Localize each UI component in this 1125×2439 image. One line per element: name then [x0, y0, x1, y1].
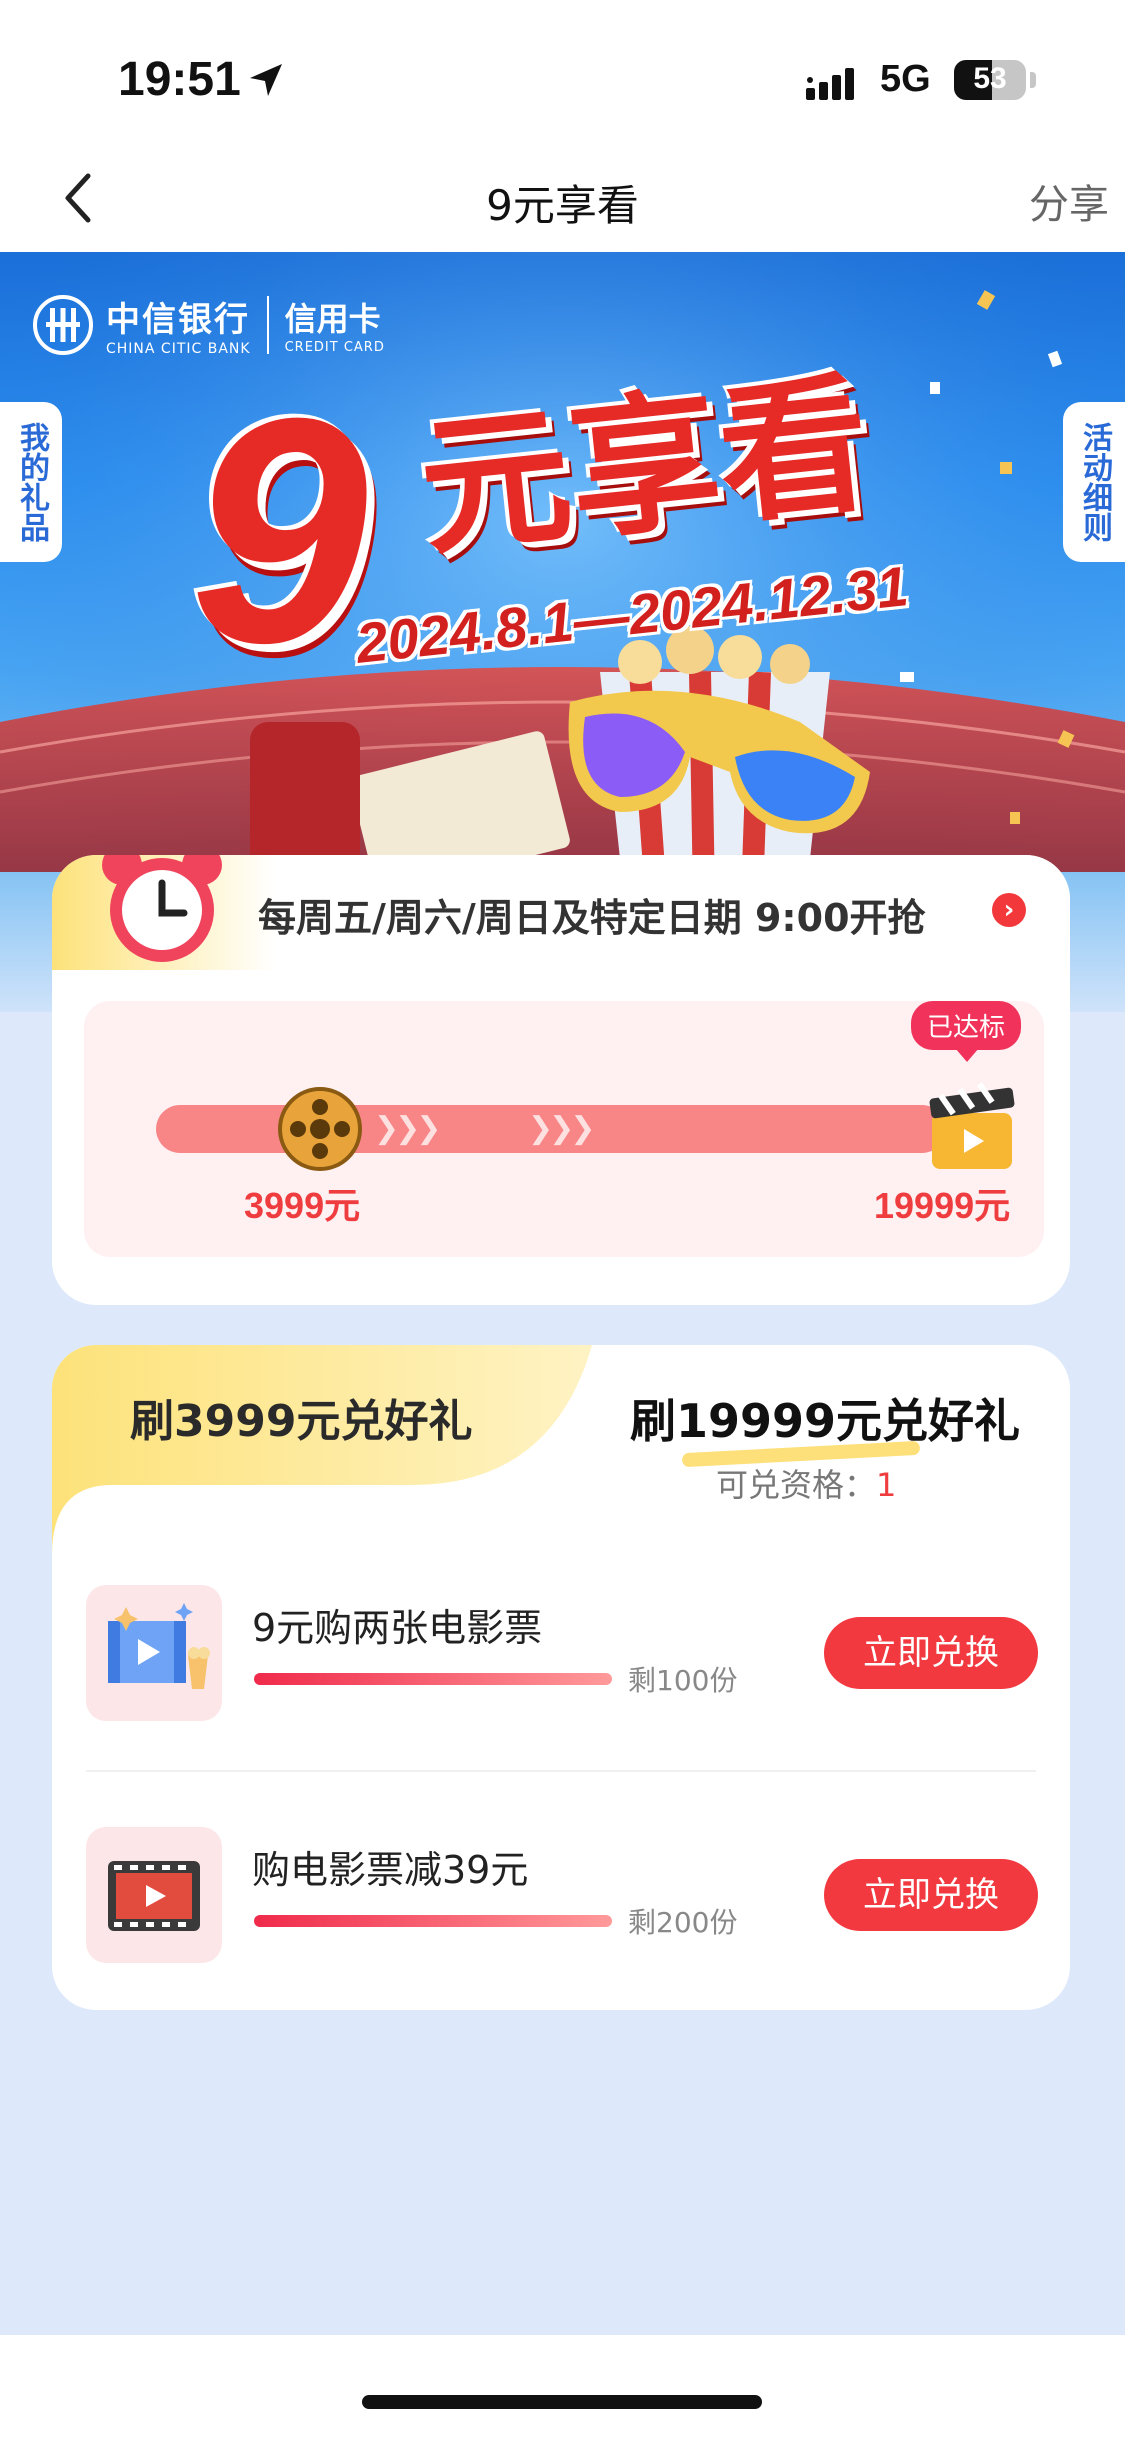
item-name: 9元购两张电影票	[252, 1606, 543, 1650]
stock-remaining: 剩200份	[628, 1906, 738, 1939]
stock-bar	[254, 1673, 612, 1685]
film-reel-icon	[278, 1087, 362, 1171]
headline-number: 9	[190, 351, 368, 709]
share-button[interactable]: 分享	[1029, 172, 1109, 230]
bottom-safe-area	[0, 2335, 1125, 2439]
target-amount: 19999元	[874, 1185, 1011, 1226]
schedule-text: 每周五/周六/周日及特定日期 9:00开抢	[258, 896, 926, 940]
progress-card: 每周五/周六/周日及特定日期 9:00开抢 › ❯❯❯ ❯❯❯ 已达标 3999…	[52, 855, 1070, 1305]
card-label: 信用卡	[284, 300, 381, 338]
tab-19999-label: 刷19999元兑好礼	[630, 1394, 1021, 1448]
bank-name: 中信银行	[106, 300, 250, 340]
battery-percent: 53	[973, 62, 1007, 95]
tab-3999[interactable]: 刷3999元兑好礼	[130, 1385, 472, 1449]
alarm-clock-icon	[102, 855, 222, 962]
battery-icon: 53	[954, 60, 1026, 100]
rewards-card: 刷3999元兑好礼 刷19999元兑好礼 可兑资格：1 9元购两张电影票 剩10…	[52, 1345, 1070, 2010]
logo-divider	[266, 295, 269, 354]
network-type: 5G	[880, 58, 931, 100]
spend-progress: ❯❯❯ ❯❯❯ 已达标 3999元 19999元	[84, 1001, 1044, 1257]
stock-bar	[254, 1915, 612, 1927]
status-bar: 19:51 5G 53	[0, 0, 1125, 150]
item-name: 购电影票减39元	[252, 1848, 529, 1892]
navigation-bar: 9元享看 分享	[0, 150, 1125, 252]
start-amount: 3999元	[244, 1185, 361, 1226]
redeem-button[interactable]: 立即兑换	[824, 1617, 1038, 1689]
my-gifts-tab[interactable]: 我的礼品	[0, 402, 62, 562]
item-thumbnail	[86, 1827, 222, 1963]
headline-title: 元享看	[412, 356, 878, 578]
reached-badge: 已达标	[911, 1001, 1022, 1062]
film-strip-icon	[108, 1861, 200, 1931]
activity-rules-tab[interactable]: 活动细则	[1063, 402, 1125, 562]
item-thumbnail	[86, 1585, 222, 1721]
redeem-button[interactable]: 立即兑换	[824, 1859, 1038, 1931]
list-item: 购电影票减39元 剩200份 立即兑换	[86, 1827, 1038, 1967]
bank-logo: 中信银行 CHINA CITIC BANK 信用卡 CREDIT CARD	[32, 292, 385, 357]
chevrons-icon: ❯❯❯	[528, 1111, 595, 1146]
eligibility-label: 可兑资格：	[716, 1466, 877, 1504]
tab-19999[interactable]: 刷19999元兑好礼	[630, 1385, 1021, 1468]
stock-remaining: 剩100份	[628, 1664, 738, 1697]
chevrons-icon: ❯❯❯	[374, 1111, 441, 1146]
clapperboard-icon	[929, 1082, 1015, 1169]
chevron-right-icon: ›	[992, 893, 1026, 927]
citic-logo-icon	[33, 294, 93, 355]
status-time: 19:51	[118, 53, 241, 106]
home-indicator[interactable]	[362, 2395, 762, 2409]
eligibility-count: 1	[876, 1466, 897, 1504]
movie-ticket-icon	[108, 1603, 210, 1689]
row-divider	[86, 1770, 1036, 1772]
page-title: 9元享看	[486, 181, 639, 230]
location-arrow-icon	[250, 64, 282, 96]
list-item: 9元购两张电影票 剩100份 立即兑换	[86, 1585, 1038, 1725]
battery-nub	[1030, 72, 1036, 88]
eligibility: 可兑资格：1	[716, 1460, 896, 1506]
cellular-signal-icon	[806, 68, 854, 100]
